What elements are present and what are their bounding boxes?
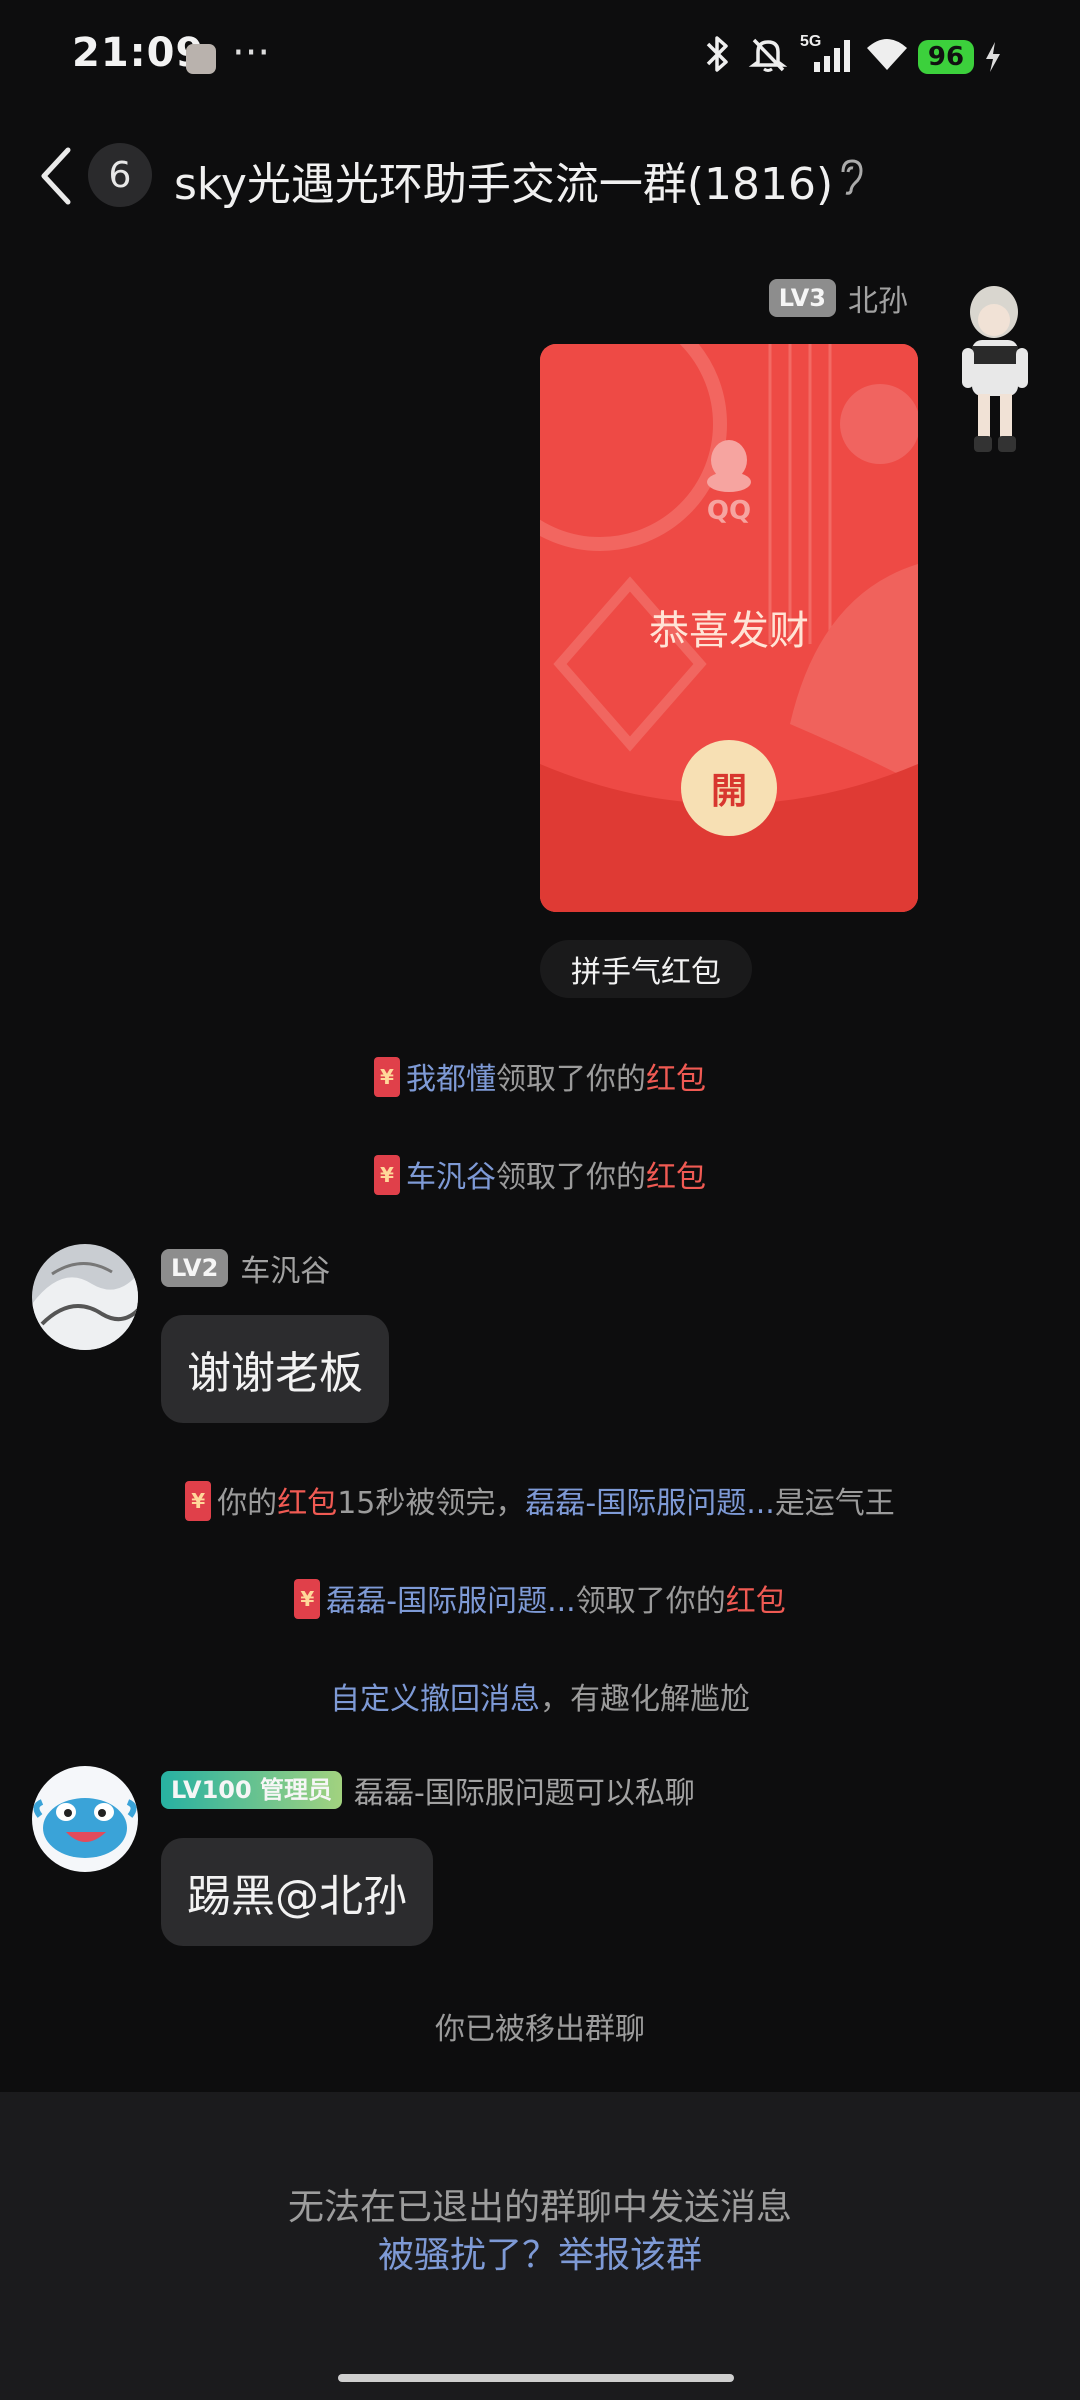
report-group-link[interactable]: 被骚扰了？举报该群 bbox=[0, 2226, 1080, 2278]
claimer-name-link[interactable]: 磊磊-国际服问题... bbox=[326, 1584, 575, 1619]
red-packet-icon bbox=[374, 1057, 400, 1097]
tip-text: ，有趣化解尴尬 bbox=[540, 1682, 750, 1717]
admin-level-badge: LV100 管理员 bbox=[161, 1771, 343, 1809]
message-bubble[interactable]: 踢黑@北孙 bbox=[161, 1838, 433, 1946]
sender-name: 车汎谷 bbox=[240, 1254, 331, 1289]
avatar-chefangu[interactable] bbox=[32, 1244, 138, 1350]
red-packet-greeting: 恭喜发财 bbox=[649, 608, 809, 654]
system-text: 是运气王 bbox=[774, 1486, 895, 1521]
network-type: 5G bbox=[800, 33, 821, 50]
system-message-claim: 磊磊-国际服问题...领取了你的红包 bbox=[0, 1576, 1080, 1620]
charging-icon bbox=[984, 42, 1002, 76]
system-text: 领取了你的 bbox=[496, 1160, 646, 1195]
custom-recall-link[interactable]: 自定义撤回消息 bbox=[330, 1682, 540, 1717]
claimer-name-link[interactable]: 车汎谷 bbox=[406, 1160, 496, 1195]
red-packet-link[interactable]: 红包 bbox=[646, 1160, 706, 1195]
system-text: 领取了你的 bbox=[496, 1062, 646, 1097]
sender-line: LV100 管理员 磊磊-国际服问题可以私聊 bbox=[161, 1768, 695, 1812]
avatar-me[interactable] bbox=[950, 280, 1060, 480]
group-title[interactable]: sky光遇光环助手交流一群(1816) bbox=[174, 148, 833, 212]
sender-name: 北孙 bbox=[848, 284, 908, 319]
bluetooth-icon bbox=[700, 34, 736, 74]
red-packet-link[interactable]: 红包 bbox=[646, 1062, 706, 1097]
back-icon[interactable] bbox=[36, 146, 76, 206]
system-text: 领取了你的 bbox=[575, 1584, 726, 1619]
more-notifications-icon: ··· bbox=[232, 30, 271, 76]
system-message-claim: 车汎谷领取了你的红包 bbox=[0, 1152, 1080, 1196]
earpiece-mode-icon bbox=[834, 156, 868, 200]
custom-recall-tip: 自定义撤回消息，有趣化解尴尬 bbox=[0, 1674, 1080, 1718]
red-packet-icon bbox=[374, 1155, 400, 1195]
open-red-packet-button[interactable]: 開 bbox=[681, 740, 777, 836]
sender-line-me: LV3 北孙 bbox=[768, 276, 908, 320]
mute-bell-icon bbox=[748, 34, 788, 74]
red-packet-icon bbox=[294, 1579, 321, 1619]
red-packet-type-label: 拼手气红包 bbox=[540, 940, 752, 998]
red-packet-brand: QQ bbox=[706, 496, 752, 526]
level-badge: LV3 bbox=[768, 279, 836, 317]
removed-notice: 你已被移出群聊 bbox=[435, 2012, 645, 2047]
system-text: 15秒被领完， bbox=[337, 1486, 526, 1521]
sender-name: 磊磊-国际服问题可以私聊 bbox=[354, 1776, 695, 1811]
sender-line: LV2 车汎谷 bbox=[161, 1246, 330, 1290]
red-packet-card[interactable]: QQ 恭喜发财 開 bbox=[540, 344, 918, 912]
status-time: 21:09 bbox=[72, 30, 205, 76]
message-bubble[interactable]: 谢谢老板 bbox=[161, 1315, 389, 1423]
home-indicator[interactable] bbox=[338, 2374, 734, 2382]
red-packet-icon bbox=[185, 1481, 212, 1521]
notification-app-icon bbox=[186, 44, 216, 74]
red-packet-link[interactable]: 红包 bbox=[277, 1486, 337, 1521]
wifi-icon bbox=[864, 34, 910, 74]
system-message-claim: 我都懂领取了你的红包 bbox=[0, 1054, 1080, 1098]
cannot-send-notice: 无法在已退出的群聊中发送消息 bbox=[287, 2187, 792, 2228]
system-text: 你的 bbox=[217, 1486, 278, 1521]
cellular-signal-icon: 5G bbox=[800, 33, 856, 74]
qq-penguin-icon bbox=[704, 438, 754, 498]
red-packet-link[interactable]: 红包 bbox=[726, 1584, 786, 1619]
battery-indicator: 96 bbox=[918, 40, 974, 74]
avatar-leilei[interactable] bbox=[32, 1766, 138, 1872]
unread-count-badge[interactable]: 6 bbox=[88, 143, 152, 207]
system-message-lucky-king: 你的红包15秒被领完，磊磊-国际服问题...是运气王 bbox=[0, 1478, 1080, 1522]
lucky-king-name-link[interactable]: 磊磊-国际服问题... bbox=[525, 1486, 774, 1521]
level-badge: LV2 bbox=[161, 1249, 229, 1287]
claimer-name-link[interactable]: 我都懂 bbox=[406, 1062, 496, 1097]
